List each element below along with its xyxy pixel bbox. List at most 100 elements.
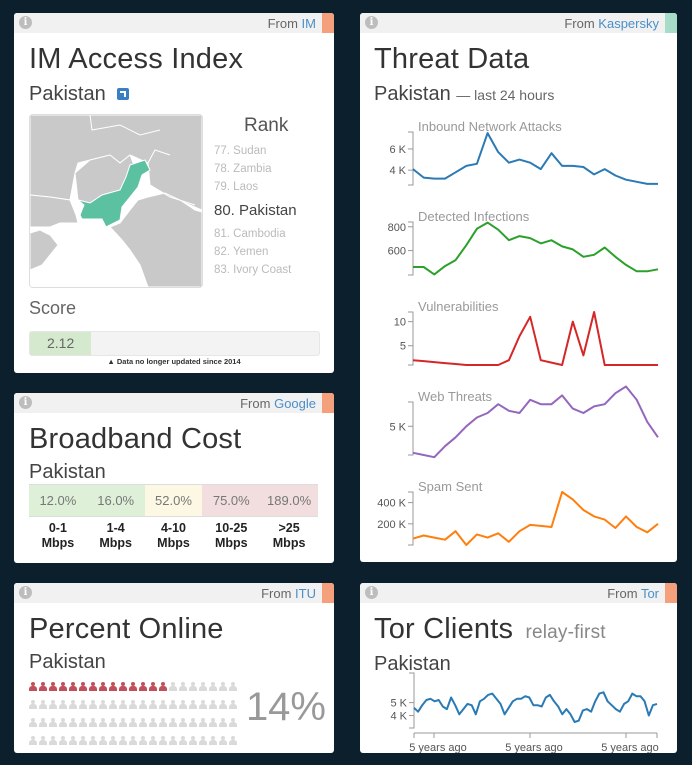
web-threats-y-axis [408,401,414,456]
person-icon [158,718,168,728]
person-icon [98,718,108,728]
info-icon[interactable]: i [19,396,32,409]
person-icon [38,700,48,710]
person-icon [68,736,78,746]
source-link[interactable]: ITU [295,586,316,601]
rank-item: 83. Ivory Coast [214,264,292,276]
external-link-icon[interactable] [117,88,130,100]
person-icon [28,718,38,728]
person-icon [38,718,48,728]
info-icon[interactable]: i [19,16,32,29]
person-icon [168,718,178,728]
person-icon [58,682,68,692]
person-icon [128,736,138,746]
person-icon [138,736,148,746]
speed-tier-label: 10-25 Mbps [214,521,248,550]
person-icon [128,682,138,692]
person-icon [178,682,188,692]
person-icon [198,700,208,710]
country-map [29,114,203,288]
detected-infections-line [413,221,659,276]
person-icon [48,700,58,710]
tor-chart: 4 K5 K 5 years ago 5 years ago 5 years ago [390,672,659,753]
person-icon [78,736,88,746]
person-icon [208,700,218,710]
detected-infections-title: Detected Infections [418,209,530,224]
person-icon [48,736,58,746]
person-icon [228,718,238,728]
person-icon [88,700,98,710]
person-icon [68,718,78,728]
broadband-value: 12.0% [29,485,87,516]
rank-title: Rank [244,115,289,136]
source-link[interactable]: Google [274,396,316,411]
source-link[interactable]: IM [302,16,316,31]
inbound-attacks-line [412,132,658,185]
rank-item: 81. Cambodia [214,228,286,240]
info-icon[interactable]: i [19,586,32,599]
person-icon [148,700,158,710]
broadband-cost-card: i From Google Broadband Cost Pakistan 12… [14,393,334,563]
person-icon [98,736,108,746]
rank-item: 77. Sudan [214,145,267,157]
warning-icon: ▲ [107,357,115,366]
person-icon [148,718,158,728]
person-icon [108,736,118,746]
data-note: ▲ Data no longer updated since 2014 [107,357,241,366]
person-icon [178,700,188,710]
person-icon [78,718,88,728]
person-icon [168,682,178,692]
broadband-value: 16.0% [86,485,145,516]
detected-infections-y-tick-label: 800 [388,222,406,234]
person-icon [108,700,118,710]
threat-data-card: i From Kaspersky Threat Data Pakistan — … [360,13,677,562]
person-icon [118,718,128,728]
person-icon [98,700,108,710]
tor-line [413,691,658,723]
person-icon [108,682,118,692]
tor-clients-card: i From Tor Tor Clients relay-first Pakis… [360,583,677,753]
person-icon [178,718,188,728]
person-icon [38,682,48,692]
speed-tier-label: 1-4 Mbps [99,521,133,550]
person-icon [128,718,138,728]
broadband-values-row: 12.0% 16.0% 52.0% 75.0% 189.0% [29,484,318,517]
card-header: i From IM [14,13,334,33]
person-icon [218,682,228,692]
source-credit: From ITU [261,586,316,601]
rank-item: 82. Yemen [214,246,269,258]
person-icon [108,718,118,728]
person-icon [188,682,198,692]
person-icon [218,700,228,710]
accent-bar [322,393,334,413]
people-grid [28,679,238,753]
person-icon [58,718,68,728]
person-icon [68,700,78,710]
person-icon [78,682,88,692]
card-title: Percent Online [29,613,224,645]
broadband-labels-row: 0-1 Mbps 1-4 Mbps 4-10 Mbps 10-25 Mbps >25 Mb… [29,521,318,551]
country-name: Pakistan [29,651,106,673]
spam-sent-title: Spam Sent [418,479,483,494]
broadband-value: 189.0% [260,485,318,516]
person-icon [38,736,48,746]
person-icon [158,700,168,710]
speed-tier-label: 0-1 Mbps [41,521,75,550]
vulnerabilities-title: Vulnerabilities [418,299,499,314]
person-icon [138,700,148,710]
person-icon [58,700,68,710]
speed-tier-label: >25 Mbps [272,521,306,550]
person-icon [118,682,128,692]
person-icon [178,736,188,746]
card-header: i From Google [14,393,334,413]
person-icon [138,718,148,728]
person-icon [28,736,38,746]
person-icon [188,718,198,728]
score-label: Score [29,298,77,318]
detected-infections-y-axis [408,221,414,276]
accent-bar [322,583,334,603]
tor-y-axis [409,672,415,729]
percent-online-card: i From ITU Percent Online Pakistan 14% [14,583,334,753]
person-icon [148,682,158,692]
im-access-index-card: i From IM IM Access Index Pakistan Rank … [14,13,334,373]
